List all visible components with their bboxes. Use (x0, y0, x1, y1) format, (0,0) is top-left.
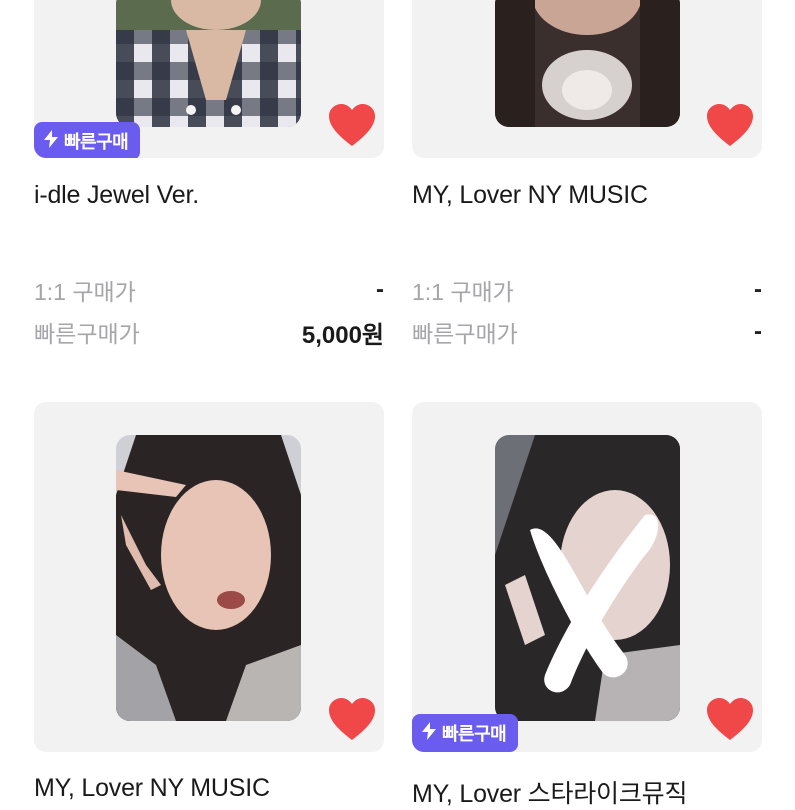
price-row-quick: 빠른구매가 - (412, 316, 762, 348)
price-label: 1:1 구매가 (412, 279, 514, 305)
quick-buy-badge-label: 빠른구매 (64, 132, 129, 152)
quick-buy-badge: 빠른구매 (34, 122, 141, 158)
price-row-direct: 1:1 구매가 - (34, 274, 384, 306)
price-value: - (376, 276, 384, 303)
price-value: - (754, 318, 762, 345)
product-image-box[interactable]: 빠른구매 (412, 402, 762, 752)
product-title[interactable]: MY, Lover NY MUSIC (412, 181, 648, 210)
product-image-box[interactable] (34, 402, 384, 752)
price-label: 빠른구매가 (34, 321, 140, 347)
lightning-bolt-icon (422, 721, 436, 745)
price-row-direct: 1:1 구매가 - (412, 274, 762, 306)
heart-icon[interactable] (706, 104, 754, 148)
product-photo (116, 0, 301, 127)
heart-icon[interactable] (706, 698, 754, 742)
lightning-bolt-icon (44, 129, 58, 153)
product-photo (116, 435, 301, 721)
heart-icon[interactable] (328, 104, 376, 148)
product-photo (495, 435, 680, 721)
product-title[interactable]: MY, Lover 스타라이크뮤직 (412, 774, 687, 810)
price-row-quick: 빠른구매가 5,000원 (34, 316, 384, 349)
price-label: 빠른구매가 (412, 321, 518, 347)
price-value: 5,000원 (301, 321, 384, 349)
quick-buy-badge-label: 빠른구매 (442, 724, 507, 744)
product-image-box[interactable]: 빠른구매 (34, 0, 384, 158)
product-title[interactable]: i-dle Jewel Ver. (34, 181, 199, 210)
heart-icon[interactable] (328, 698, 376, 742)
price-value: - (754, 276, 762, 303)
product-title[interactable]: MY, Lover NY MUSIC (34, 774, 270, 803)
product-image-box[interactable] (412, 0, 762, 158)
price-label: 1:1 구매가 (34, 279, 136, 305)
product-photo (495, 0, 680, 127)
quick-buy-badge: 빠른구매 (412, 714, 519, 752)
